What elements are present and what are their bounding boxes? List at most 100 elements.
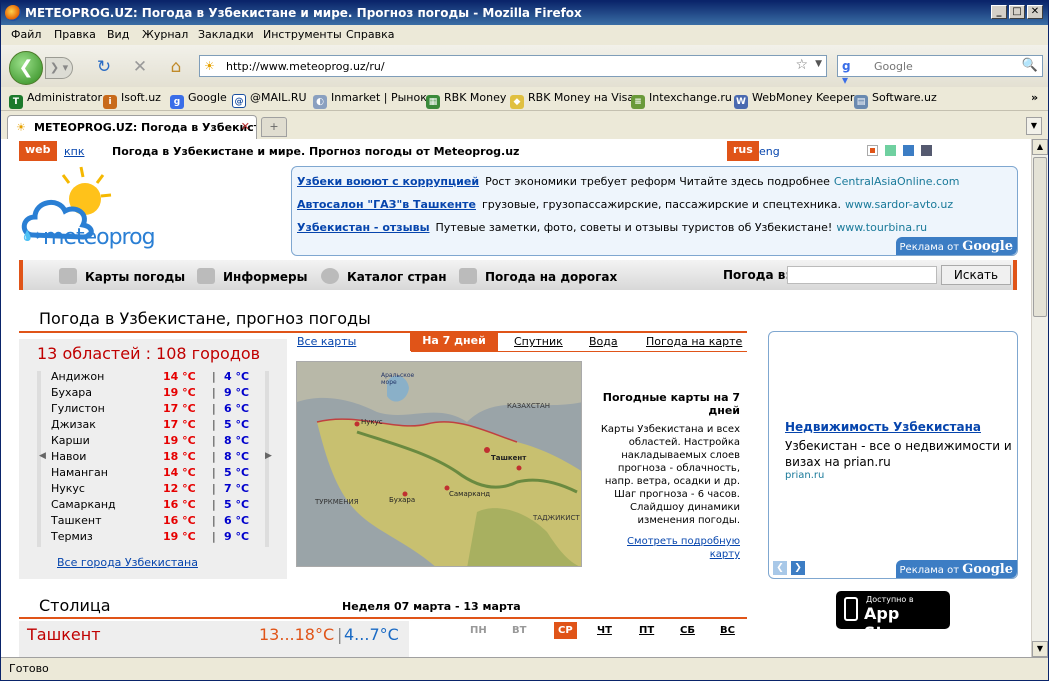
- vertical-scrollbar[interactable]: ▲ ▼: [1031, 139, 1048, 657]
- scroll-right-icon[interactable]: ▶: [265, 451, 272, 461]
- status-text: Готово: [9, 662, 49, 675]
- minimize-button[interactable]: _: [991, 5, 1007, 19]
- back-button[interactable]: ❮: [9, 51, 43, 85]
- city-name[interactable]: Гулистон: [51, 402, 105, 415]
- ad-next-icon[interactable]: ❯: [791, 561, 805, 575]
- url-input[interactable]: [226, 58, 786, 74]
- menu-bookmarks[interactable]: Закладки: [198, 28, 254, 41]
- address-bar[interactable]: ☀ ☆ ▼: [199, 55, 827, 77]
- bookmark-google[interactable]: g Google: [170, 91, 227, 109]
- city-search-input[interactable]: [787, 266, 937, 284]
- tab-7-days[interactable]: На 7 дней: [410, 331, 498, 351]
- weekday-tab[interactable]: ВС: [720, 625, 735, 636]
- lang-rus[interactable]: rus: [727, 141, 759, 161]
- menu-history[interactable]: Журнал: [142, 28, 188, 41]
- weekday-tab[interactable]: ПН: [470, 625, 487, 636]
- ads-by-google-badge[interactable]: Реклама от Google: [895, 237, 1017, 255]
- menu-edit[interactable]: Правка: [54, 28, 96, 41]
- city-name[interactable]: Термиз: [51, 530, 93, 543]
- city-search-button[interactable]: Искать: [941, 265, 1011, 285]
- ad-url[interactable]: CentralAsiaOnline.com: [834, 175, 960, 188]
- city-name[interactable]: Андижон: [51, 370, 104, 383]
- forward-button[interactable]: ❯ ▾: [45, 57, 73, 79]
- scroll-up-icon[interactable]: ▲: [1032, 139, 1048, 155]
- ad-url[interactable]: www.tourbina.ru: [836, 221, 927, 234]
- bookmark-mailru[interactable]: @ @MAIL.RU: [232, 91, 307, 108]
- search-input[interactable]: [874, 58, 1014, 74]
- bookmark-star-icon[interactable]: ☆: [795, 57, 808, 73]
- nav-road-weather[interactable]: Погода на дорогах: [459, 268, 617, 284]
- theme-swatch-dark[interactable]: [921, 145, 932, 156]
- ad-title-link[interactable]: Автосалон "ГАЗ"в Ташкенте: [297, 198, 476, 211]
- nav-country-catalog[interactable]: Каталог стран: [321, 268, 447, 284]
- new-tab-button[interactable]: +: [261, 117, 287, 137]
- tab-weather-on-map[interactable]: Погода на карте: [646, 335, 742, 348]
- menu-help[interactable]: Справка: [346, 28, 394, 41]
- bookmark-software-uz[interactable]: ▤ Software.uz: [854, 91, 937, 109]
- url-dropdown-icon[interactable]: ▼: [815, 59, 822, 69]
- bookmark-rbk-visa[interactable]: ◆ RBK Money на Visa: [510, 91, 634, 109]
- scroll-left-icon[interactable]: ◀: [39, 451, 46, 461]
- weekday-tab[interactable]: ПТ: [639, 625, 654, 636]
- city-name[interactable]: Бухара: [51, 386, 92, 399]
- weekday-tab[interactable]: СР: [554, 622, 577, 639]
- city-name[interactable]: Наманган: [51, 466, 108, 479]
- menu-file[interactable]: Файл: [11, 28, 41, 41]
- search-box[interactable]: g ▾ 🔍: [837, 55, 1043, 87]
- city-name[interactable]: Навои: [51, 450, 86, 463]
- tab-all-maps[interactable]: Все карты: [297, 335, 356, 348]
- theme-swatch-green[interactable]: [885, 145, 896, 156]
- city-name[interactable]: Самарканд: [51, 498, 116, 511]
- google-engine-icon[interactable]: g ▾: [842, 59, 858, 87]
- scroll-thumb[interactable]: [1033, 157, 1047, 317]
- theme-swatch-white[interactable]: [867, 145, 878, 156]
- scroll-down-icon[interactable]: ▼: [1032, 641, 1048, 657]
- bookmarks-overflow-icon[interactable]: »: [1031, 91, 1038, 104]
- nav-weather-maps[interactable]: Карты погоды: [59, 268, 185, 284]
- tab-close-icon[interactable]: ✕: [241, 120, 250, 133]
- city-name[interactable]: Нукус: [51, 482, 85, 495]
- ad-title-link[interactable]: Узбеки воюют с коррупцией: [297, 175, 479, 188]
- ads-by-google-badge[interactable]: Реклама от Google: [895, 560, 1017, 578]
- uzbekistan-map[interactable]: КАЗАХСТАН ТУРКМЕНИЯ ТАДЖИКИСТ Нукус Ташк…: [296, 361, 582, 567]
- tab-list-dropdown-icon[interactable]: ▼: [1026, 117, 1042, 135]
- lang-eng[interactable]: eng: [759, 145, 780, 158]
- stop-icon[interactable]: ✕: [129, 57, 151, 77]
- tab-satellite[interactable]: Спутник: [514, 335, 563, 348]
- tab-meteoprog[interactable]: ☀ METEOPROG.UZ: Погода в Узбекист... ✕: [7, 115, 257, 139]
- tab-water[interactable]: Вода: [589, 335, 618, 348]
- city-name[interactable]: Джизак: [51, 418, 96, 431]
- bookmark-administrator[interactable]: T Administrator: [9, 91, 102, 109]
- reload-icon[interactable]: ↻: [93, 57, 115, 77]
- nav-informers[interactable]: Информеры: [197, 268, 307, 284]
- ad-url[interactable]: www.sardor-avto.uz: [845, 198, 953, 211]
- ad-prev-icon[interactable]: ❮: [773, 561, 787, 575]
- right-ad-url[interactable]: prian.ru: [785, 470, 824, 481]
- right-ad-title[interactable]: Недвижимость Узбекистана: [785, 420, 981, 434]
- weekday-tab[interactable]: ЧТ: [597, 625, 612, 636]
- bookmark-isoft[interactable]: i Isoft.uz: [103, 91, 161, 109]
- bookmark-inmarket[interactable]: ◐ Inmarket | Рынок: [313, 91, 427, 109]
- pda-version-link[interactable]: кпк: [64, 145, 84, 158]
- menu-view[interactable]: Вид: [107, 28, 129, 41]
- capital-city[interactable]: Ташкент: [27, 625, 101, 644]
- meteoprog-logo[interactable]: 💧❄ meteoprog: [19, 165, 179, 255]
- weekday-tab[interactable]: ВТ: [512, 625, 526, 636]
- city-name[interactable]: Ташкент: [51, 514, 102, 527]
- bookmark-intexchange[interactable]: ≡ Intexchange.ru: [631, 91, 732, 109]
- city-name[interactable]: Карши: [51, 434, 90, 447]
- close-button[interactable]: ✕: [1027, 5, 1043, 19]
- menu-tools[interactable]: Инструменты: [263, 28, 342, 41]
- search-icon[interactable]: 🔍: [1022, 58, 1038, 73]
- home-icon[interactable]: ⌂: [165, 57, 187, 77]
- ad-title-link[interactable]: Узбекистан - отзывы: [297, 221, 430, 234]
- detailed-map-link[interactable]: Смотреть подробную карту: [597, 535, 740, 561]
- bookmark-rbk-money[interactable]: ▦ RBK Money: [426, 91, 506, 109]
- app-store-badge[interactable]: Доступно в App Store: [836, 591, 950, 642]
- all-cities-link[interactable]: Все города Узбекистана: [57, 556, 198, 569]
- weekday-tab[interactable]: СБ: [680, 625, 695, 636]
- bookmark-webmoney[interactable]: W WebMoney Keeper: [734, 91, 854, 109]
- theme-swatch-blue[interactable]: [903, 145, 914, 156]
- maximize-button[interactable]: □: [1009, 5, 1025, 19]
- web-version-tab[interactable]: web: [19, 141, 57, 161]
